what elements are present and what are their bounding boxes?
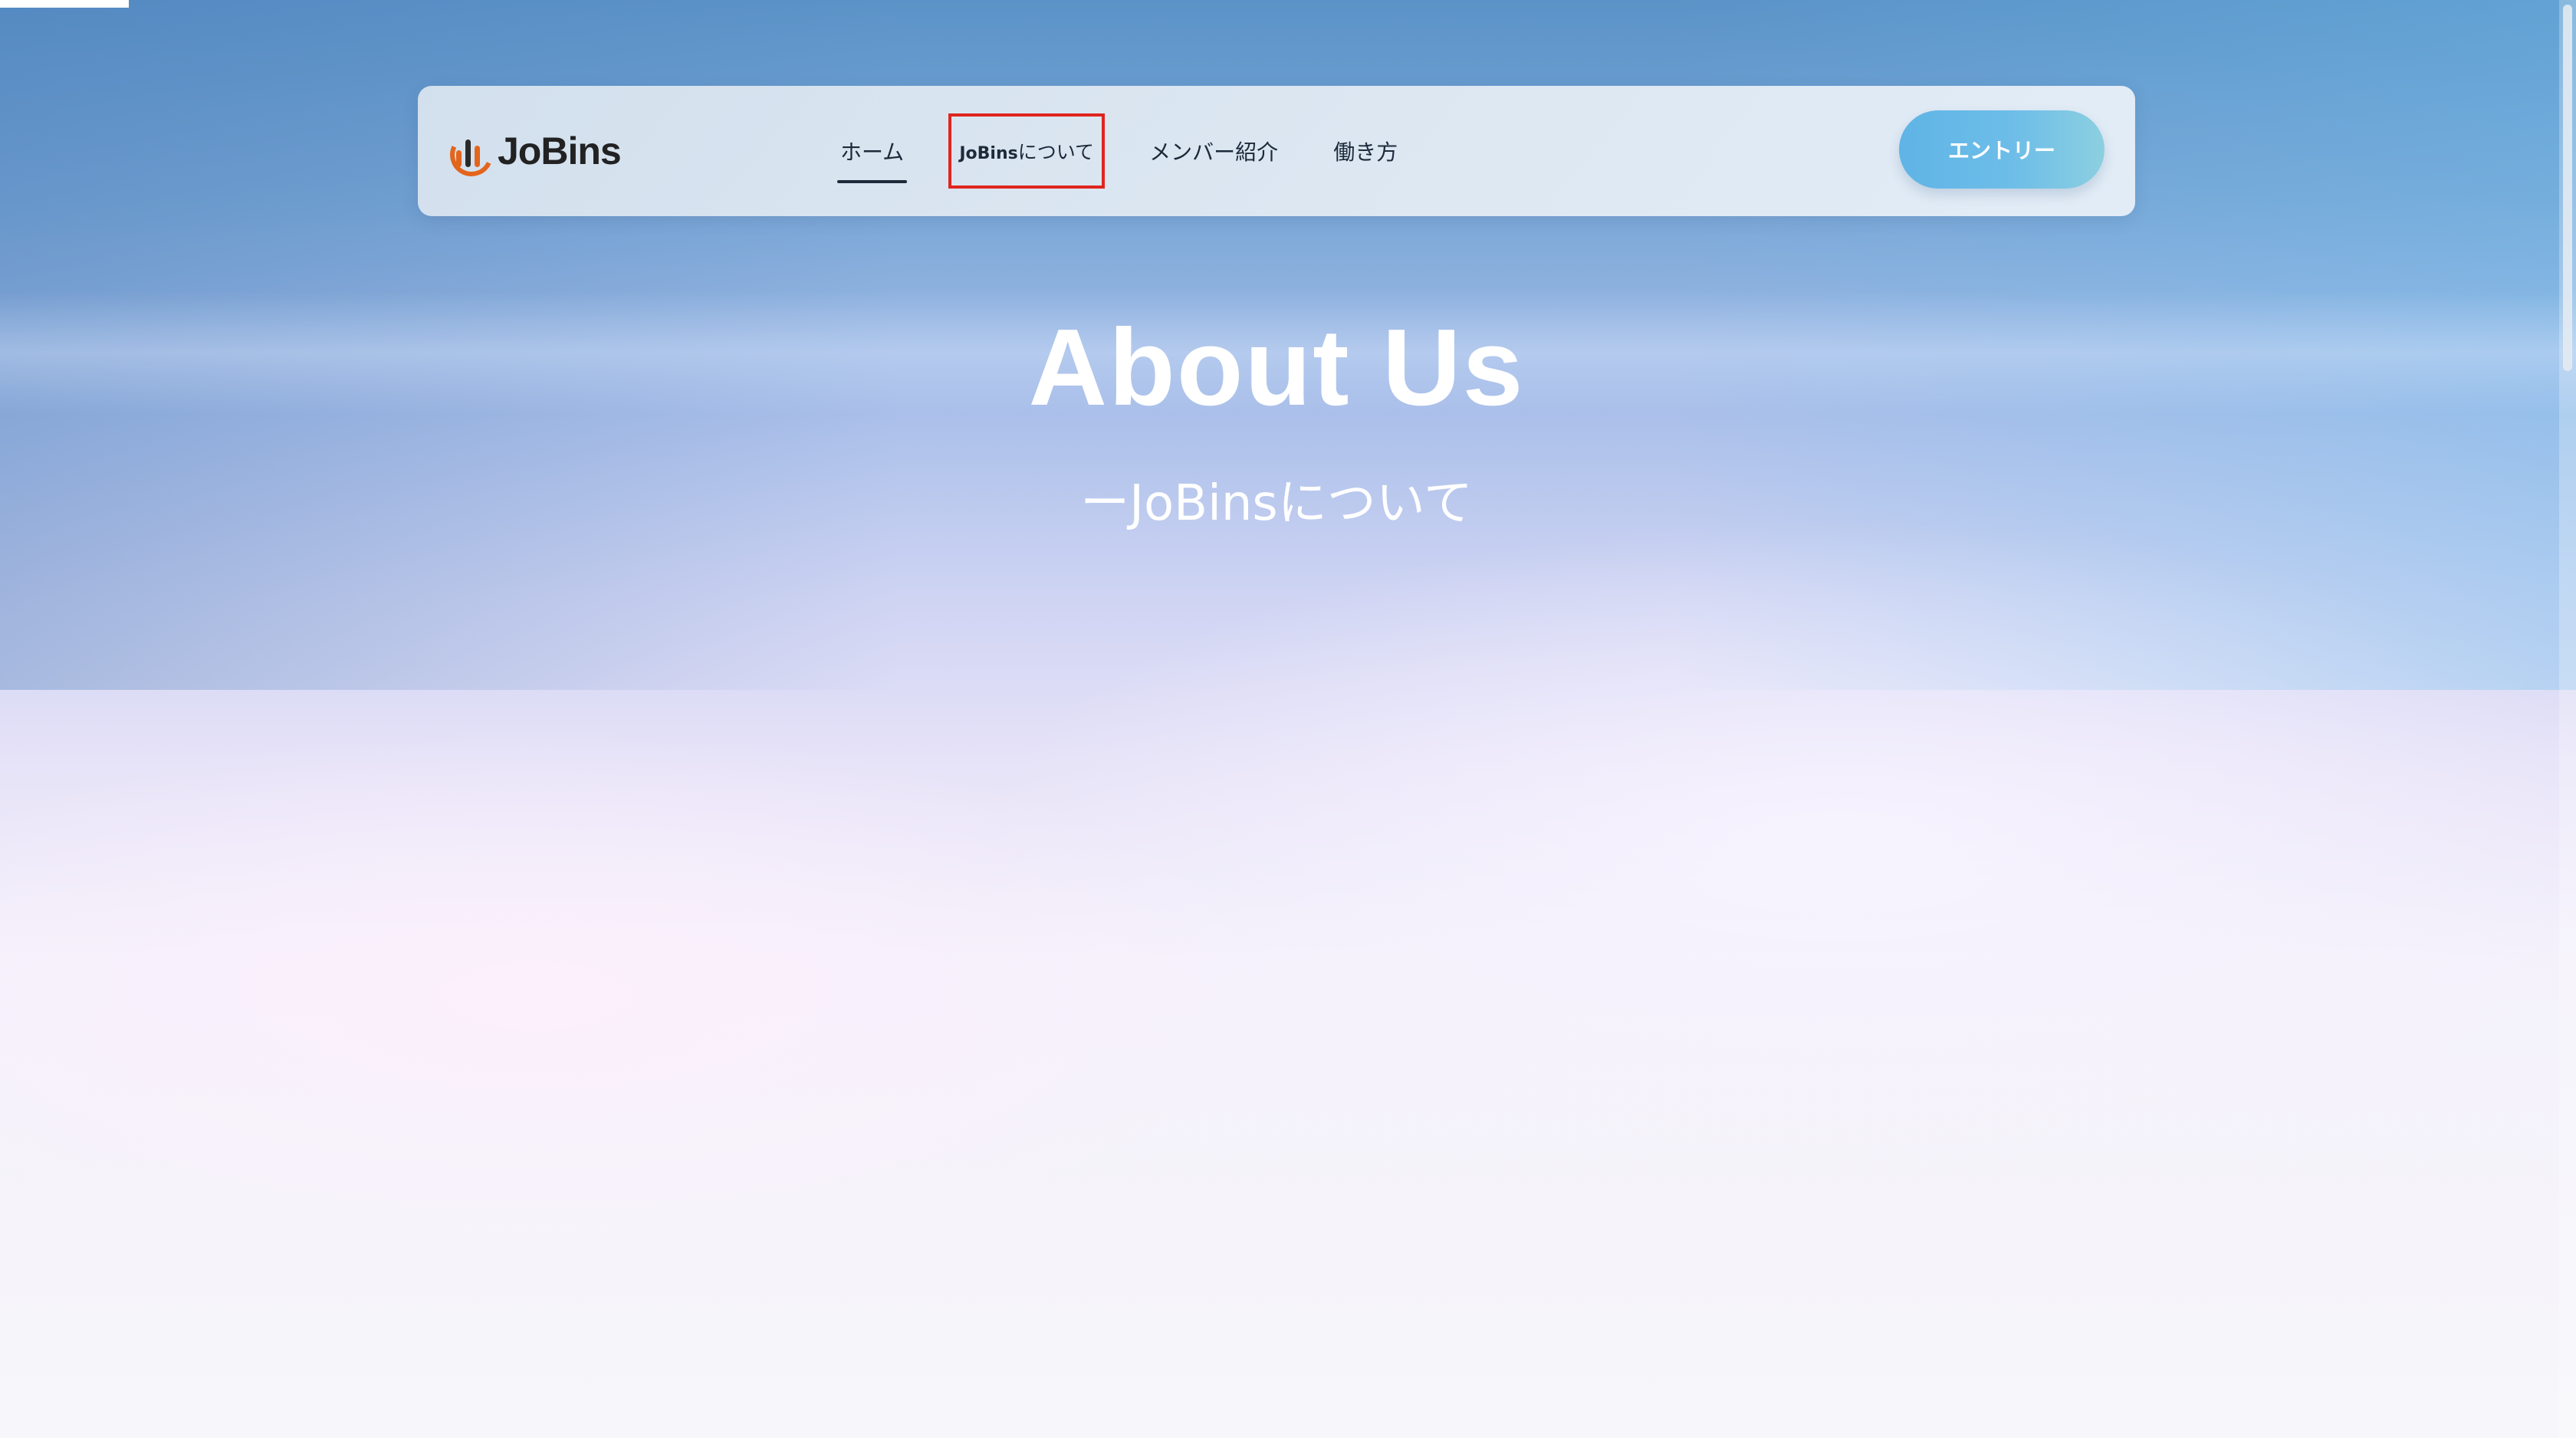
main-nav: ホーム JoBinsについて メンバー紹介 働き方 bbox=[418, 86, 1401, 216]
nav-item-about-brand: JoBins bbox=[959, 144, 1018, 163]
nav-item-about-label: について bbox=[1017, 141, 1094, 163]
hero-title: About Us bbox=[1028, 307, 1525, 428]
page-scrollbar[interactable] bbox=[2559, 0, 2576, 1438]
nav-item-work-style[interactable]: 働き方 bbox=[1330, 136, 1401, 166]
nav-item-about-jobins[interactable]: JoBinsについて bbox=[948, 113, 1106, 189]
top-left-strip bbox=[0, 0, 129, 8]
site-header: JoBins ホーム JoBinsについて メンバー紹介 働き方 エントリー bbox=[418, 86, 2135, 216]
nav-item-members[interactable]: メンバー紹介 bbox=[1146, 136, 1281, 166]
entry-button[interactable]: エントリー bbox=[1899, 110, 2104, 189]
scrollbar-thumb[interactable] bbox=[2563, 5, 2572, 371]
nav-item-home[interactable]: ホーム bbox=[837, 136, 908, 183]
hero-subtitle: ーJoBinsについて bbox=[1080, 475, 1473, 532]
page: JoBins ホーム JoBinsについて メンバー紹介 働き方 エントリー A… bbox=[0, 0, 2576, 1438]
